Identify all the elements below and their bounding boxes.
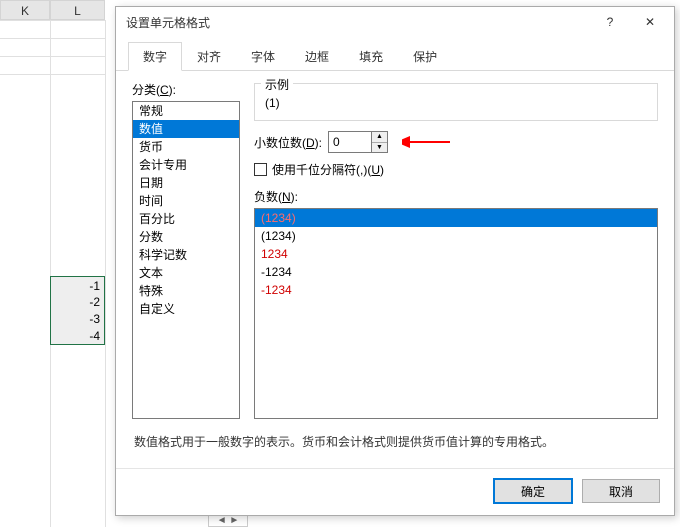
negative-format-item[interactable]: (1234) — [255, 209, 657, 227]
spin-up-icon[interactable]: ▲ — [372, 132, 387, 143]
category-item[interactable]: 自定义 — [133, 300, 239, 318]
category-item[interactable]: 分数 — [133, 228, 239, 246]
category-item[interactable]: 时间 — [133, 192, 239, 210]
dialog-tabs: 数字对齐字体边框填充保护 — [116, 37, 674, 71]
tab-字体[interactable]: 字体 — [236, 42, 290, 71]
tab-保护[interactable]: 保护 — [398, 42, 452, 71]
negative-format-item[interactable]: -1234 — [255, 281, 657, 299]
category-listbox[interactable]: 常规数值货币会计专用日期时间百分比分数科学记数文本特殊自定义 — [132, 101, 240, 419]
category-item[interactable]: 会计专用 — [133, 156, 239, 174]
example-box: 示例 (1) — [254, 83, 658, 121]
decimals-input[interactable] — [329, 132, 371, 152]
category-item[interactable]: 文本 — [133, 264, 239, 282]
thousands-checkbox[interactable] — [254, 163, 267, 176]
category-item[interactable]: 科学记数 — [133, 246, 239, 264]
thousands-label: 使用千位分隔符(,)(U) — [272, 161, 384, 178]
col-header-l[interactable]: L — [50, 0, 105, 20]
negative-format-item[interactable]: (1234) — [255, 227, 657, 245]
cell[interactable]: -4 — [50, 327, 105, 345]
decimals-spinner[interactable]: ▲ ▼ — [328, 131, 388, 153]
dialog-title: 设置单元格格式 — [126, 14, 590, 31]
category-item[interactable]: 数值 — [133, 120, 239, 138]
category-item[interactable]: 货币 — [133, 138, 239, 156]
tab-填充[interactable]: 填充 — [344, 42, 398, 71]
cell[interactable]: -2 — [50, 293, 105, 311]
cancel-button[interactable]: 取消 — [582, 479, 660, 503]
tab-数字[interactable]: 数字 — [128, 42, 182, 71]
negative-format-item[interactable]: 1234 — [255, 245, 657, 263]
cell[interactable]: -1 — [50, 276, 105, 294]
ok-button[interactable]: 确定 — [494, 479, 572, 503]
titlebar: 设置单元格格式 ? ✕ — [116, 7, 674, 37]
close-button[interactable]: ✕ — [630, 8, 670, 36]
category-label: 分类(C): — [132, 81, 240, 98]
negative-format-item[interactable]: -1234 — [255, 263, 657, 281]
category-item[interactable]: 特殊 — [133, 282, 239, 300]
spin-down-icon[interactable]: ▼ — [372, 143, 387, 153]
decimals-label: 小数位数(D): — [254, 134, 322, 151]
tab-对齐[interactable]: 对齐 — [182, 42, 236, 71]
category-item[interactable]: 百分比 — [133, 210, 239, 228]
format-description: 数值格式用于一般数字的表示。货币和会计格式则提供货币值计算的专用格式。 — [134, 433, 656, 450]
category-item[interactable]: 常规 — [133, 102, 239, 120]
cell[interactable]: -3 — [50, 310, 105, 328]
example-label: 示例 — [261, 76, 293, 93]
category-item[interactable]: 日期 — [133, 174, 239, 192]
negative-label: 负数(N): — [254, 188, 658, 205]
format-cells-dialog: 设置单元格格式 ? ✕ 数字对齐字体边框填充保护 分类(C): 常规数值货币会计… — [115, 6, 675, 516]
negative-listbox[interactable]: (1234)(1234)1234-1234-1234 — [254, 208, 658, 419]
annotation-arrow-icon — [402, 135, 452, 149]
col-header-k[interactable]: K — [0, 0, 50, 20]
example-value: (1) — [265, 90, 647, 110]
tab-边框[interactable]: 边框 — [290, 42, 344, 71]
help-button[interactable]: ? — [590, 8, 630, 36]
